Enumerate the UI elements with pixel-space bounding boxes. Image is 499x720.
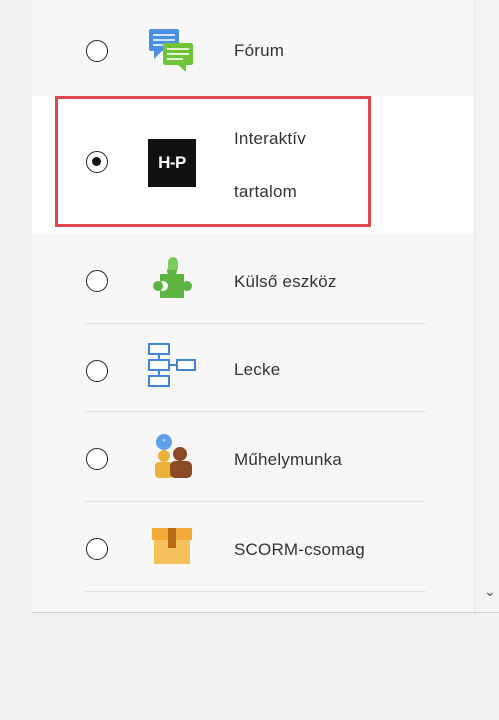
activity-label-workshop: Műhelymunka bbox=[234, 450, 343, 469]
radio-forum[interactable] bbox=[86, 40, 108, 62]
activity-label-scorm: SCORM-csomag bbox=[234, 540, 365, 559]
radio-interactive-content[interactable] bbox=[86, 151, 108, 173]
activity-label-interactive-line1: Interaktív bbox=[234, 129, 306, 148]
puzzle-icon bbox=[146, 254, 198, 298]
activity-item-lesson[interactable]: Lecke bbox=[32, 324, 474, 412]
activity-item-interactive-content[interactable]: H-P Interaktív tartalom bbox=[32, 96, 474, 234]
activity-item-scorm[interactable]: SCORM-csomag bbox=[32, 502, 474, 592]
svg-text:": " bbox=[162, 438, 166, 447]
divider bbox=[84, 591, 426, 592]
workshop-icon: " bbox=[146, 432, 198, 478]
activity-item-forum[interactable]: Fórum bbox=[32, 0, 474, 96]
scroll-down-icon[interactable]: ⌄ bbox=[484, 585, 496, 599]
activity-label-forum: Fórum bbox=[234, 41, 285, 60]
radio-scorm[interactable] bbox=[86, 538, 108, 560]
radio-external-tool[interactable] bbox=[86, 270, 108, 292]
activity-item-workshop[interactable]: " Műhelymunka bbox=[32, 412, 474, 502]
activity-label-interactive-line2: tartalom bbox=[234, 182, 298, 201]
radio-lesson[interactable] bbox=[86, 360, 108, 382]
activity-label-external-tool: Külső eszköz bbox=[234, 272, 337, 291]
activity-item-external-tool[interactable]: Külső eszköz bbox=[32, 234, 474, 324]
footer-area bbox=[0, 613, 499, 720]
radio-workshop[interactable] bbox=[86, 448, 108, 470]
scrollbar-track[interactable] bbox=[474, 0, 499, 612]
scorm-package-icon bbox=[146, 522, 198, 566]
h5p-icon-text: H-P bbox=[158, 153, 186, 172]
forum-icon bbox=[146, 26, 198, 72]
activity-label-lesson: Lecke bbox=[234, 360, 281, 379]
lesson-icon bbox=[146, 342, 198, 387]
h5p-icon: H-P bbox=[148, 139, 196, 187]
